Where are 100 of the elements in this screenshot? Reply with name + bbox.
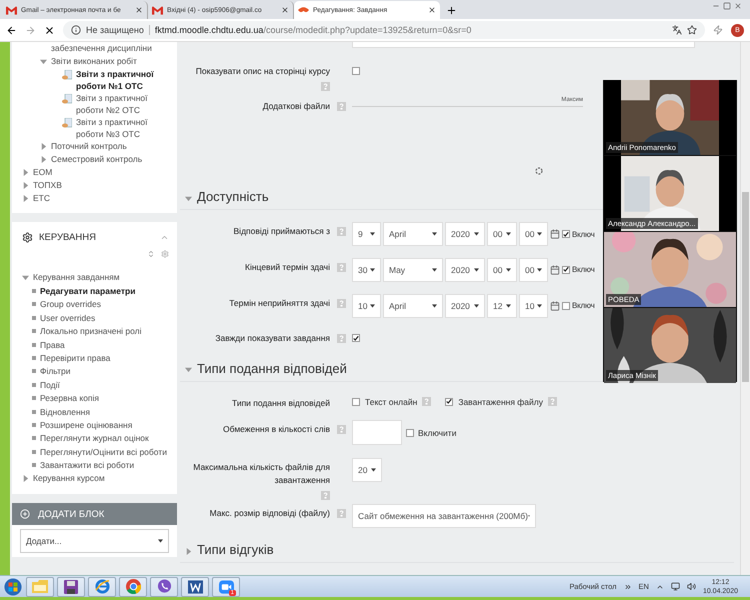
taskbar-button[interactable] [119,576,147,596]
menu-item[interactable]: Керування курсом [33,472,105,484]
enable-checkbox[interactable] [406,428,414,437]
input-field[interactable] [352,420,402,446]
select[interactable]: 20 [352,458,382,482]
close-icon[interactable] [281,6,289,14]
nav-item[interactable]: Звіти з практичної роботи №2 ОТС [76,92,169,116]
expand-arrow-icon[interactable] [40,156,47,163]
month-select[interactable]: May [383,258,443,282]
help-icon[interactable] [321,82,330,91]
calendar-icon[interactable] [550,264,560,275]
expand-arrow-icon[interactable] [185,548,192,555]
minute-select[interactable]: 00 [519,222,548,246]
menu-item[interactable]: Group overrides [40,298,101,310]
close-icon[interactable] [135,6,143,14]
menu-item[interactable]: Переглянути журнал оцінок [40,432,149,444]
month-select[interactable]: April [383,222,443,246]
nav-item[interactable]: Звіти з практичної роботи №1 ОТС [76,68,169,92]
nav-item[interactable]: Поточний контроль [51,140,127,152]
day-select[interactable]: 30 [352,258,381,282]
menu-item[interactable]: Редагувати параметри [40,285,136,297]
hour-select[interactable]: 00 [487,258,517,282]
menu-item[interactable]: Резервна копія [40,392,100,404]
enable-checkbox[interactable] [562,266,570,274]
help-icon[interactable] [548,397,557,406]
expand-arrow-icon[interactable] [22,195,29,202]
nav-item[interactable]: Семестровий контроль [51,153,142,165]
menu-item[interactable]: Переглянути/Оцінити всі роботи [40,446,167,458]
section-heading[interactable]: Типи відгуків [197,542,274,558]
month-select[interactable]: April [383,294,443,318]
menu-item[interactable]: Фільтри [40,365,70,378]
select[interactable]: Сайт обмеження на завантаження (200Мб) [352,504,536,528]
nav-item[interactable]: ЕОМ [33,166,52,178]
nav-item[interactable]: ЕТС [33,192,50,204]
speaker-icon[interactable] [686,582,696,591]
scrollbar-thumb[interactable] [742,192,749,382]
hour-select[interactable]: 12 [487,294,517,318]
menu-item[interactable]: Завантажити всі роботи [40,459,134,472]
expand-arrow-icon[interactable] [185,194,192,202]
expand-arrow-icon[interactable] [22,169,29,176]
menu-item[interactable]: Права [40,338,65,351]
calendar-icon[interactable] [550,229,560,240]
menu-item[interactable]: User overrides [40,312,96,324]
year-select[interactable]: 2020 [445,222,485,246]
expand-arrow-icon[interactable] [185,366,192,374]
year-select[interactable]: 2020 [445,294,485,318]
expand-icon[interactable] [624,582,632,590]
expand-arrow-icon[interactable] [40,143,47,150]
checkbox[interactable] [352,66,360,75]
back-icon[interactable] [6,24,17,36]
menu-item[interactable]: Події [40,378,60,391]
checkbox[interactable] [352,334,360,342]
calendar-icon[interactable] [550,300,560,311]
expand-arrow-icon[interactable] [22,182,29,189]
start-button[interactable] [3,578,23,596]
help-icon[interactable] [336,508,346,518]
lightning-icon[interactable] [713,25,723,35]
menu-item[interactable]: Керування завданням [33,271,120,283]
move-icon[interactable] [147,250,155,258]
hour-select[interactable]: 00 [487,222,517,246]
help-icon[interactable] [336,334,346,344]
menu-item[interactable]: Перевірити права [40,352,110,364]
forward-icon[interactable] [25,24,36,36]
checkbox[interactable] [352,398,360,406]
year-select[interactable]: 2020 [445,258,485,282]
taskbar-button[interactable] [88,576,116,596]
stop-icon[interactable] [44,24,55,36]
help-icon[interactable] [336,262,346,272]
help-icon[interactable] [336,102,346,112]
taskbar-button[interactable] [57,576,85,596]
nav-item[interactable]: Звіти виконаних робіт [51,55,137,67]
nav-item[interactable]: Звіти з практичної роботи №3 ОТС [76,116,169,140]
menu-item[interactable]: Локально призначені ролі [40,325,142,338]
network-icon[interactable] [670,582,680,591]
expand-arrow-icon[interactable] [40,58,47,65]
enable-checkbox[interactable] [562,230,570,238]
star-icon[interactable] [687,25,697,35]
help-icon[interactable] [336,227,346,236]
address-bar[interactable]: Не защищено fktmd.moodle.chdtu.edu.ua/course/modedit.php?update=13925&return=0&sr=0 [63,21,705,39]
section-heading[interactable]: Доступність [197,189,269,204]
taskbar-button[interactable] [181,576,209,596]
close-icon[interactable] [428,6,436,14]
expand-arrow-icon[interactable] [22,475,29,482]
help-icon[interactable] [321,491,330,500]
taskbar-button[interactable] [150,576,178,596]
section-heading[interactable]: Типи подання відповідей [197,360,347,376]
nav-item[interactable]: забезпечення дисципліни [51,42,152,54]
help-icon[interactable] [422,397,432,406]
new-tab-icon[interactable] [446,5,457,16]
nav-item[interactable]: ТОПХВ [33,179,62,191]
help-icon[interactable] [336,425,346,434]
menu-item[interactable]: Розширене оцінювання [40,418,132,431]
minute-select[interactable]: 10 [519,294,548,318]
day-select[interactable]: 10 [352,294,381,318]
minute-select[interactable]: 00 [519,258,548,282]
add-block-select[interactable]: Додати... [20,529,169,554]
maximize-icon[interactable] [723,2,731,10]
checkbox[interactable] [445,398,454,406]
expand-arrow-icon[interactable] [22,274,29,281]
settings-icon[interactable] [161,250,169,258]
